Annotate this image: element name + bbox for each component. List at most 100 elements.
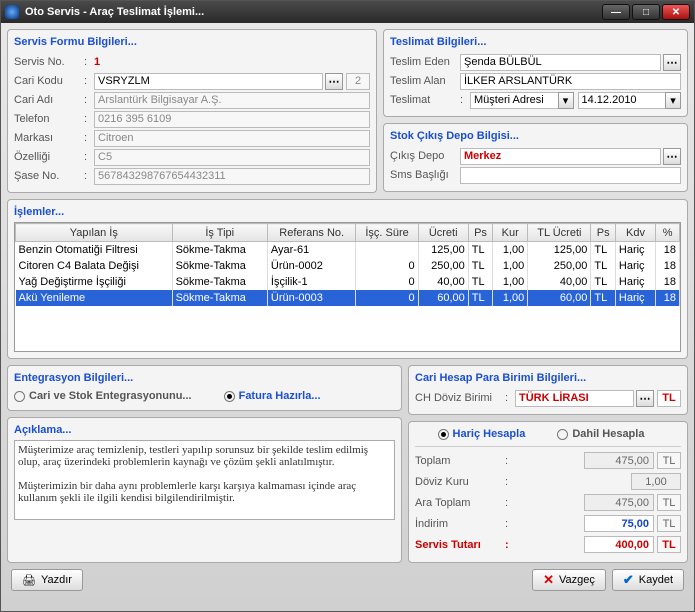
input-marka: Citroen [94, 130, 370, 147]
unit-ara: TL [657, 494, 681, 511]
label-indirim: İndirim [415, 518, 505, 530]
grid-header[interactable]: TL Ücreti [528, 224, 591, 242]
panel-title-depot: Stok Çıkış Depo Bilgisi... [390, 128, 681, 146]
panel-title-currency: Cari Hesap Para Birimi Bilgileri... [415, 370, 681, 388]
grid-header[interactable]: Kur [493, 224, 528, 242]
save-button[interactable]: ✔Kaydet [612, 569, 684, 591]
description-panel: Açıklama... [7, 417, 402, 563]
print-button[interactable]: Yazdır [11, 569, 83, 591]
window-body: Servis Formu Bilgileri... Servis No.: 1 … [1, 23, 694, 611]
input-teslim-alan[interactable]: İLKER ARSLANTÜRK [460, 73, 681, 90]
label-servis-tutari: Servis Tutarı [415, 539, 505, 551]
table-row[interactable]: Citoren C4 Balata DeğişiSökme-TakmaÜrün-… [16, 258, 680, 274]
label-cari-kodu: Cari Kodu [14, 75, 84, 87]
input-cari-adi: Arslantürk Bilgisayar A.Ş. [94, 92, 370, 109]
lookup-ch-doviz[interactable]: ⋯ [636, 390, 654, 407]
grid-header[interactable]: Yapılan İş [16, 224, 173, 242]
totals-panel: Hariç Hesapla Dahil Hesapla Toplam:475,0… [408, 421, 688, 563]
panel-title-delivery: Teslimat Bilgileri... [390, 34, 681, 52]
unit-servis: TL [657, 536, 681, 553]
close-button[interactable]: ✕ [662, 4, 690, 20]
label-sase: Şase No. [14, 170, 84, 182]
label-ara-toplam: Ara Toplam [415, 497, 505, 509]
footer-bar: Yazdır ✕Vazgeç ✔Kaydet [7, 563, 688, 591]
ch-doviz-code: TL [657, 390, 681, 407]
input-sms[interactable] [460, 167, 681, 184]
lookup-teslim-eden[interactable]: ⋯ [663, 54, 681, 71]
input-ozellik: C5 [94, 149, 370, 166]
grid-header[interactable]: İşç. Süre [356, 224, 418, 242]
radio-cari-stok[interactable]: Cari ve Stok Entegrasyonunu... [14, 390, 192, 402]
panel-title-ops: İşlemler... [14, 204, 681, 222]
input-ch-doviz[interactable]: TÜRK LİRASI [515, 390, 634, 407]
maximize-button[interactable]: □ [632, 4, 660, 20]
panel-title-service: Servis Formu Bilgileri... [14, 34, 370, 52]
app-icon [5, 5, 19, 19]
value-toplam: 475,00 [584, 452, 654, 469]
integration-panel: Entegrasyon Bilgileri... Cari ve Stok En… [7, 365, 402, 411]
label-doviz-kuru: Döviz Kuru [415, 476, 505, 488]
input-teslimat-date[interactable]: 14.12.2010 [578, 92, 667, 109]
value-ara-toplam: 475,00 [584, 494, 654, 511]
unit-indirim: TL [657, 515, 681, 532]
value-doviz-kuru: 1,00 [631, 473, 681, 490]
grid-header[interactable]: Ps [468, 224, 492, 242]
grid-header[interactable]: Kdv [615, 224, 655, 242]
input-telefon: 0216 395 6109 [94, 111, 370, 128]
grid-wrapper: Yapılan İşİş TipiReferans No.İşç. SüreÜc… [14, 222, 681, 352]
service-form-panel: Servis Formu Bilgileri... Servis No.: 1 … [7, 29, 377, 193]
cancel-icon: ✕ [543, 572, 554, 588]
label-ozellik: Özelliği [14, 151, 84, 163]
unit-toplam: TL [657, 452, 681, 469]
label-teslimat: Teslimat [390, 94, 460, 106]
label-cikis-depo: Çıkış Depo [390, 150, 460, 162]
delivery-panel: Teslimat Bilgileri... Teslim Eden Şenda … [383, 29, 688, 117]
operations-panel: İşlemler... Yapılan İşİş TipiReferans No… [7, 199, 688, 359]
app-window: Oto Servis - Araç Teslimat İşlemi... — □… [0, 0, 695, 612]
table-row[interactable]: Akü YenilemeSökme-TakmaÜrün-0003060,00TL… [16, 290, 680, 306]
lookup-cari-kodu[interactable]: ⋯ [325, 73, 343, 90]
label-ch-doviz: CH Döviz Birimi [415, 392, 505, 404]
grid-header[interactable]: Referans No. [267, 224, 356, 242]
radio-dahil-hesapla[interactable]: Dahil Hesapla [557, 428, 644, 440]
label-servis-no: Servis No. [14, 56, 84, 68]
table-row[interactable]: Benzin Otomatiği FiltresiSökme-TakmaAyar… [16, 242, 680, 258]
label-marka: Markası [14, 132, 84, 144]
grid-header[interactable]: % [656, 224, 680, 242]
description-textarea[interactable] [14, 440, 395, 520]
grid-header[interactable]: Ücreti [418, 224, 468, 242]
check-icon: ✔ [623, 572, 634, 588]
date-picker-button[interactable]: ▾ [665, 92, 681, 109]
panel-title-integ: Entegrasyon Bilgileri... [14, 370, 395, 388]
cancel-button[interactable]: ✕Vazgeç [532, 569, 606, 591]
input-cikis-depo[interactable]: Merkez [460, 148, 661, 165]
input-sase: 567843298767654432311 [94, 168, 370, 185]
input-teslim-eden[interactable]: Şenda BÜLBÜL [460, 54, 661, 71]
titlebar: Oto Servis - Araç Teslimat İşlemi... — □… [1, 1, 694, 23]
select-teslimat[interactable]: Müşteri Adresi [470, 92, 559, 109]
input-cari-kodu[interactable]: VSRYZLM [94, 73, 323, 90]
grid-header[interactable]: İş Tipi [172, 224, 267, 242]
lookup-cikis-depo[interactable]: ⋯ [663, 148, 681, 165]
value-servis-no: 1 [94, 56, 100, 68]
operations-grid[interactable]: Yapılan İşİş TipiReferans No.İşç. SüreÜc… [15, 223, 680, 306]
table-row[interactable]: Yağ Değiştirme İşçiliğiSökme-Takmaİşçili… [16, 274, 680, 290]
label-cari-adi: Cari Adı [14, 94, 84, 106]
label-sms: Sms Başlığı [390, 169, 460, 181]
depot-panel: Stok Çıkış Depo Bilgisi... Çıkış Depo Me… [383, 123, 688, 192]
print-icon [22, 574, 36, 587]
currency-panel: Cari Hesap Para Birimi Bilgileri... CH D… [408, 365, 688, 415]
teslimat-dropdown[interactable]: ▾ [558, 92, 574, 109]
label-teslim-alan: Teslim Alan [390, 75, 460, 87]
radio-haric-hesapla[interactable]: Hariç Hesapla [438, 428, 526, 440]
input-cari-kodu-extra[interactable]: 2 [346, 73, 370, 90]
value-indirim[interactable]: 75,00 [584, 515, 654, 532]
value-servis-tutari: 400,00 [584, 536, 654, 553]
label-toplam: Toplam [415, 455, 505, 467]
window-title: Oto Servis - Araç Teslimat İşlemi... [25, 6, 600, 18]
radio-fatura-hazirla[interactable]: Fatura Hazırla... [224, 390, 321, 402]
panel-title-desc: Açıklama... [14, 422, 395, 440]
grid-header[interactable]: Ps [591, 224, 615, 242]
label-telefon: Telefon [14, 113, 84, 125]
minimize-button[interactable]: — [602, 4, 630, 20]
